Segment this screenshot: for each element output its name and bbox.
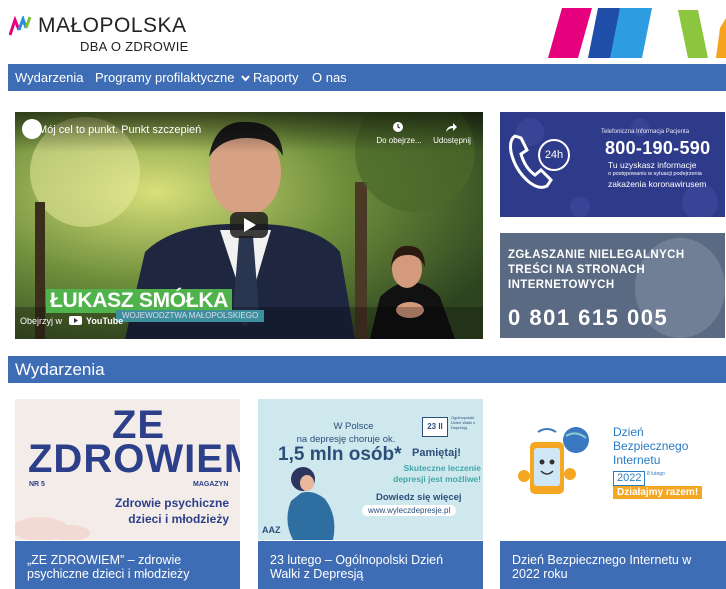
card-caption-depresja[interactable]: 23 lutego – Ogólnopolski Dzień Walki z D… <box>258 541 483 589</box>
report-text: ZGŁASZANIE NIELEGALNYCH TREŚCI NA STRONA… <box>508 249 685 291</box>
watch-later-button[interactable]: Do obejrze... <box>375 136 423 145</box>
hotline-heading: Telefoniczna Informacja Pacjenta <box>601 129 690 135</box>
video-title[interactable]: Mój cel to punkt. Punkt szczepień <box>38 124 201 136</box>
section-title: Wydarzenia <box>15 360 105 379</box>
dbi-title2: Bezpiecznego <box>613 439 689 453</box>
cloud-decoration <box>15 517 90 540</box>
depresja-url[interactable]: www.wyleczdepresje.pl <box>362 505 457 516</box>
magazine-sub2: dzieci i młodzieży <box>128 512 229 526</box>
youtube-label: YouTube <box>86 316 124 326</box>
depresja-p2: Skuteczne leczenie <box>403 463 481 473</box>
logo-icon[interactable] <box>9 16 33 36</box>
depresja-l1: W Polsce <box>333 421 374 432</box>
depresja-more: Dowiedz się więcej <box>376 492 462 503</box>
brand-title[interactable]: MAŁOPOLSKA <box>38 15 187 37</box>
nav-item-wydarzenia[interactable]: Wydarzenia <box>15 64 84 91</box>
dbi-date: 8 lutego <box>647 471 665 477</box>
hotline-line3: zakażenia koronawirusem <box>608 179 707 189</box>
dbi-title3: Internetu <box>613 453 661 467</box>
card-image-bezpieczny-internet[interactable]: Dzień Bezpiecznego Internetu 2022 8 lute… <box>500 399 725 540</box>
watch-on-youtube[interactable]: Obejrzyj w YouTube <box>20 316 123 326</box>
hotline-line1: Tu uzyskasz informacje <box>608 160 697 170</box>
card-image-ze-zdrowiem[interactable]: ZE ZDROWIEM NR 5 MAGAZYN Zdrowie psychic… <box>15 399 240 540</box>
dbi-slogan: Działajmy razem! <box>613 486 703 499</box>
magazine-zdrowiem: ZDROWIEM <box>28 437 240 481</box>
section-header <box>8 356 726 383</box>
chevron-down-icon <box>241 75 250 82</box>
nav-item-raporty[interactable]: Raporty <box>253 64 299 91</box>
calendar-badge: 23 II <box>422 417 448 437</box>
nav-item-o-nas[interactable]: O nas <box>312 64 347 91</box>
hotline-phone: 800-190-590 <box>605 138 711 158</box>
card-caption-ze-zdrowiem[interactable]: „ZE ZDROWIEM” – zdrowie psychiczne dziec… <box>15 541 240 589</box>
depresja-remember: Pamiętaj! <box>412 447 461 459</box>
decorative-stripes <box>548 8 726 58</box>
24h-badge: 24h <box>538 139 570 171</box>
magazine-label: MAGAZYN <box>193 481 229 488</box>
share-button[interactable]: Udostępnij <box>428 136 476 145</box>
hotline-line2: o postępowaniu w sytuacji podejrzenia <box>608 171 702 177</box>
aaz-logo: AAZ <box>262 525 281 535</box>
card-image-depresja[interactable]: W Polsce na depresję choruje ok. 1,5 mln… <box>258 399 483 540</box>
dbi-year: 2022 <box>613 471 646 486</box>
watch-on-label: Obejrzyj w <box>20 316 63 326</box>
magazine-sub1: Zdrowie psychiczne <box>114 496 229 510</box>
calendar-sub: Ogólnopolski Dzień Walki z Depresją <box>451 415 476 430</box>
card-caption-bezpieczny-internet[interactable]: Dzień Bezpiecznego Internetu w 2022 roku <box>500 541 726 589</box>
main-nav: Wydarzenia Programy profilaktyczne Rapor… <box>8 64 726 91</box>
woman-illustration <box>287 467 335 540</box>
brand-subtitle: DBA O ZDROWIE <box>80 39 189 54</box>
youtube-icon <box>68 316 82 325</box>
magazine-number: NR 5 <box>29 481 45 488</box>
dbi-title1: Dzień <box>613 425 644 439</box>
nav-item-programy[interactable]: Programy profilaktyczne <box>95 64 250 91</box>
speaker-role: WOJEWODZTWA MAŁOPOLSKIEGO <box>116 310 265 322</box>
depresja-p3: depresji jest możliwe! <box>393 474 481 484</box>
nav-item-programy-label: Programy profilaktyczne <box>95 70 235 85</box>
phone-mascot-icon <box>518 427 589 494</box>
report-phone: 0 801 615 005 <box>508 305 669 330</box>
